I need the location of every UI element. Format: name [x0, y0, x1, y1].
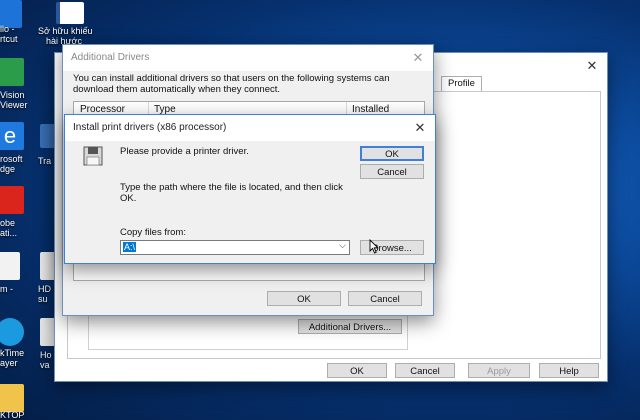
close-icon[interactable]: ✕ — [581, 56, 603, 76]
desktop-icon-label: HD su — [38, 284, 51, 304]
install-print-drivers-dialog: Install print drivers (x86 processor) ✕ … — [64, 114, 436, 264]
title-bar: Additional Drivers ✕ — [63, 45, 433, 71]
window-title: Additional Drivers — [71, 52, 150, 63]
desktop-icon-label: kTime ayer — [0, 348, 25, 368]
desktop-icon-label: KTOP — [0, 410, 25, 420]
ok-button[interactable]: OK — [360, 146, 424, 161]
cancel-button[interactable]: Cancel — [348, 291, 422, 306]
tab-label: Profile — [448, 78, 475, 89]
desktop-icon-label: Sở hữu khiếu hài hước — [38, 26, 93, 46]
prompt-text: Please provide a printer driver. — [120, 146, 249, 157]
cancel-button[interactable]: Cancel — [360, 164, 424, 179]
desktop-icon-label: obe ati... — [0, 218, 18, 238]
chevron-down-icon[interactable]: ⌵ — [339, 240, 346, 251]
document-file-icon[interactable] — [0, 252, 20, 280]
help-button[interactable]: Help — [539, 363, 599, 378]
close-icon[interactable]: ✕ — [407, 48, 429, 68]
desktop-icon-label: rosoft dge — [0, 154, 23, 174]
additional-drivers-button[interactable]: Additional Drivers... — [298, 319, 402, 334]
desktop-icon-label: Tra — [38, 156, 52, 166]
vision-viewer-icon[interactable] — [0, 58, 24, 86]
desktop-icon-label: llo - rtcut — [0, 24, 18, 44]
desktop-icon-label: Vision Viewer — [0, 90, 28, 110]
edge-browser-icon[interactable]: e — [0, 122, 24, 150]
description-text: You can install additional drivers so th… — [73, 73, 390, 95]
close-icon[interactable]: ✕ — [409, 118, 431, 138]
instructions-text: Type the path where the file is located,… — [120, 182, 343, 204]
word-document-icon[interactable] — [56, 2, 84, 24]
adobe-creative-icon[interactable] — [0, 186, 24, 214]
copy-files-label: Copy files from: — [120, 227, 186, 238]
mouse-cursor-icon — [369, 239, 379, 254]
ok-button[interactable]: OK — [327, 363, 387, 378]
dialog-title: Install print drivers (x86 processor) — [73, 122, 227, 133]
tab-profile[interactable]: Profile — [441, 76, 482, 91]
copy-files-value: A:\ — [123, 242, 137, 252]
desktop-icon-label: m - — [0, 284, 13, 294]
title-bar: Install print drivers (x86 processor) ✕ — [65, 115, 435, 141]
copy-files-combobox[interactable]: A:\ ⌵ — [120, 240, 350, 255]
desktop-icon-label: Ho va — [40, 350, 52, 370]
ok-button[interactable]: OK — [267, 291, 341, 306]
desktop-folder-icon[interactable] — [0, 384, 24, 412]
apply-button[interactable]: Apply — [468, 363, 530, 378]
quicktime-player-icon[interactable] — [0, 318, 24, 346]
cancel-button[interactable]: Cancel — [395, 363, 455, 378]
floppy-disk-icon — [81, 145, 105, 167]
